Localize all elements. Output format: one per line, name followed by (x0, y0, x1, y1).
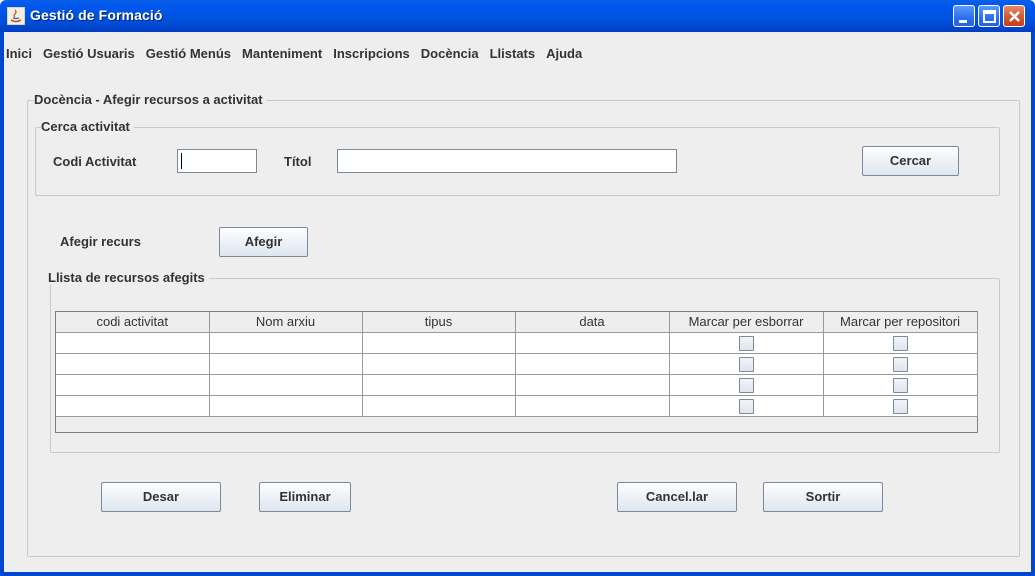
column-header-nom-arxiu[interactable]: Nom arxiu (209, 312, 363, 333)
table-cell (823, 395, 978, 417)
table-cell (669, 332, 824, 354)
table-row[interactable] (56, 332, 978, 354)
main-panel-title: Docència - Afegir recursos a activitat (34, 92, 267, 107)
afegir-button[interactable]: Afegir (219, 227, 308, 257)
mark-delete-checkbox[interactable] (738, 398, 754, 414)
mark-delete-checkbox[interactable] (738, 335, 754, 351)
menu-manteniment[interactable]: Manteniment (237, 45, 328, 67)
column-header-data[interactable]: data (515, 312, 670, 333)
mark-repository-checkbox[interactable] (892, 377, 908, 393)
table-row[interactable] (56, 395, 978, 417)
titol-input[interactable] (337, 149, 677, 173)
table-cell[interactable] (209, 374, 363, 396)
menu-inici[interactable]: Inici (4, 45, 38, 67)
mark-delete-checkbox[interactable] (738, 377, 754, 393)
table-cell[interactable] (209, 332, 363, 354)
mark-repository-checkbox[interactable] (892, 335, 908, 351)
title-bar[interactable]: Gestió de Formació (0, 0, 1035, 32)
table-cell[interactable] (362, 353, 516, 375)
table-header-row: codi activitat Nom arxiu tipus data Marc… (56, 312, 978, 333)
table-cell[interactable] (56, 395, 210, 417)
minimize-icon (959, 20, 967, 23)
titol-label: Títol (284, 154, 312, 169)
table-cell[interactable] (515, 353, 670, 375)
minimize-button[interactable] (953, 5, 975, 27)
menu-gestio-menus[interactable]: Gestió Menús (141, 45, 237, 67)
resources-table: codi activitat Nom arxiu tipus data Marc… (55, 311, 978, 433)
table-cell[interactable] (515, 332, 670, 354)
text-caret (181, 153, 182, 169)
desar-button[interactable]: Desar (101, 482, 221, 512)
table-cell[interactable] (515, 374, 670, 396)
close-button[interactable] (1003, 5, 1025, 27)
table-cell[interactable] (362, 332, 516, 354)
mark-delete-checkbox[interactable] (738, 356, 754, 372)
table-row[interactable] (56, 353, 978, 375)
table-cell (823, 374, 978, 396)
maximize-button[interactable] (978, 5, 1000, 27)
cercar-button[interactable]: Cercar (862, 146, 959, 176)
mark-repository-checkbox[interactable] (892, 398, 908, 414)
menu-gestio-usuaris[interactable]: Gestió Usuaris (38, 45, 141, 67)
table-cell[interactable] (209, 353, 363, 375)
codi-activitat-label: Codi Activitat (53, 154, 137, 169)
table-cell[interactable] (209, 395, 363, 417)
table-cell[interactable] (56, 353, 210, 375)
menu-ajuda[interactable]: Ajuda (541, 45, 588, 67)
table-cell (669, 395, 824, 417)
column-header-marcar-repositori[interactable]: Marcar per repositori (823, 312, 978, 333)
table-row[interactable] (56, 374, 978, 396)
column-header-codi-activitat[interactable]: codi activitat (56, 312, 210, 333)
java-app-icon (7, 7, 25, 25)
table-cell (823, 353, 978, 375)
window-title: Gestió de Formació (30, 7, 163, 23)
table-cell[interactable] (362, 395, 516, 417)
table-cell[interactable] (515, 395, 670, 417)
menu-bar: Inici Gestió Usuaris Gestió Menús Manten… (4, 45, 588, 67)
menu-inscripcions[interactable]: Inscripcions (328, 45, 416, 67)
menu-llistats[interactable]: Llistats (485, 45, 542, 67)
afegir-recurs-label: Afegir recurs (60, 234, 141, 249)
resources-group-title: Llista de recursos afegits (48, 270, 209, 285)
sortir-button[interactable]: Sortir (763, 482, 883, 512)
eliminar-button[interactable]: Eliminar (259, 482, 351, 512)
column-header-tipus[interactable]: tipus (362, 312, 516, 333)
table-cell[interactable] (56, 374, 210, 396)
table-cell[interactable] (362, 374, 516, 396)
menu-docencia[interactable]: Docència (416, 45, 485, 67)
codi-activitat-input[interactable] (177, 149, 257, 173)
table-cell (669, 374, 824, 396)
cancel-button[interactable]: Cancel.lar (617, 482, 737, 512)
column-header-marcar-esborrar[interactable]: Marcar per esborrar (669, 312, 824, 333)
maximize-icon (983, 10, 996, 23)
close-icon (1009, 11, 1020, 22)
search-group-title: Cerca activitat (41, 119, 134, 134)
table-cell[interactable] (56, 332, 210, 354)
table-cell (669, 353, 824, 375)
table-cell (823, 332, 978, 354)
mark-repository-checkbox[interactable] (892, 356, 908, 372)
